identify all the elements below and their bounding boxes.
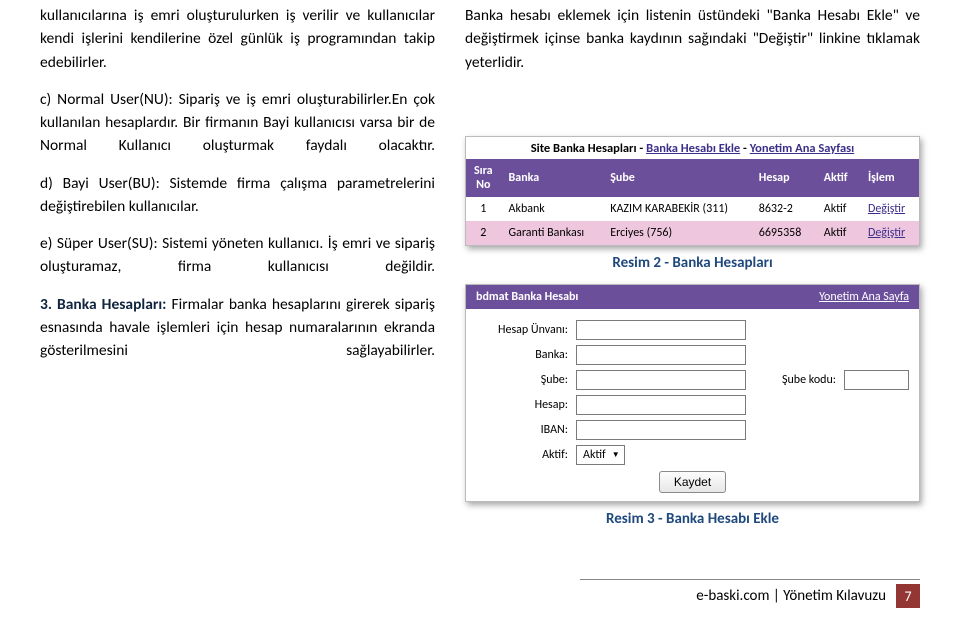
label-subekodu: Şube kodu: — [782, 373, 836, 387]
cell-sube: KAZIM KARABEKİR (311) — [602, 197, 751, 221]
footer: e-baski.com | Yönetim Kılavuzu 7 — [696, 584, 920, 608]
cell-no: 2 — [466, 221, 501, 245]
left-p2: c) Normal User(NU): Sipariş ve iş emri o… — [40, 88, 435, 158]
label-hesap: Hesap: — [476, 398, 568, 412]
table-row: 2 Garanti Bankası Erciyes (756) 6695358 … — [466, 221, 919, 245]
input-hesap[interactable] — [576, 395, 746, 415]
th-banka: Banka — [501, 159, 603, 197]
chevron-down-icon: ▼ — [612, 450, 620, 460]
link-add-bank-account[interactable]: Banka Hesabı Ekle — [646, 141, 740, 156]
link-admin-home-2[interactable]: Yonetim Ana Sayfa — [819, 290, 909, 304]
link-edit-row[interactable]: Değiştir — [868, 202, 905, 216]
select-aktif-value: Aktif — [583, 448, 606, 462]
label-banka: Banka: — [476, 348, 568, 362]
input-sube[interactable] — [576, 370, 746, 390]
right-intro: Banka hesabı eklemek için listenin üstün… — [465, 4, 920, 74]
sep2: - — [740, 141, 749, 156]
bank-accounts-table: Sıra No Banka Şube Hesap Aktif İşlem 1 A… — [466, 159, 919, 245]
link-admin-home[interactable]: Yonetim Ana Sayfası — [750, 141, 855, 156]
label-sube: Şube: — [476, 373, 568, 387]
input-unvan[interactable] — [576, 320, 746, 340]
input-iban[interactable] — [576, 420, 746, 440]
cell-aktif: Aktif — [816, 197, 860, 221]
th-sube: Şube — [602, 159, 751, 197]
save-button[interactable]: Kaydet — [659, 471, 726, 493]
cell-aktif: Aktif — [816, 221, 860, 245]
label-iban: IBAN: — [476, 423, 568, 437]
th-no: Sıra No — [466, 159, 501, 197]
label-aktif: Aktif: — [476, 448, 568, 462]
screenshot-bank-list: Site Banka Hesapları - Banka Hesabı Ekle… — [465, 136, 920, 246]
shot2-header: bdmat Banka Hesabı Yonetim Ana Sayfa — [466, 285, 919, 309]
th-hesap: Hesap — [751, 159, 816, 197]
caption-1: Resim 2 - Banka Hesapları — [465, 254, 920, 272]
shot2-title: bdmat Banka Hesabı — [476, 290, 578, 304]
left-p1: kullanıcılarına iş emri oluşturulurken i… — [40, 4, 435, 74]
cell-hesap: 8632-2 — [751, 197, 816, 221]
caption-2: Resim 3 - Banka Hesabı Ekle — [465, 510, 920, 528]
left-p5: 3. Banka Hesapları: Firmalar banka hesap… — [40, 293, 435, 363]
cell-hesap: 6695358 — [751, 221, 816, 245]
bank-form: Hesap Ünvanı: Banka: Şube: Şube kodu: He… — [466, 309, 919, 501]
cell-sube: Erciyes (756) — [602, 221, 751, 245]
th-aktif: Aktif — [816, 159, 860, 197]
link-edit-row[interactable]: Değiştir — [868, 226, 905, 240]
left-p4: e) Süper User(SU): Sistemi yöneten kulla… — [40, 232, 435, 279]
cell-no: 1 — [466, 197, 501, 221]
cell-banka: Garanti Bankası — [501, 221, 603, 245]
table-row: 1 Akbank KAZIM KARABEKİR (311) 8632-2 Ak… — [466, 197, 919, 221]
screenshot-bank-form: bdmat Banka Hesabı Yonetim Ana Sayfa Hes… — [465, 284, 920, 502]
shot1-title: Site Banka Hesapları - Banka Hesabı Ekle… — [466, 137, 919, 159]
section-heading: 3. Banka Hesapları: — [40, 295, 166, 314]
footer-text: e-baski.com | Yönetim Kılavuzu — [696, 587, 886, 605]
page-number: 7 — [896, 584, 920, 608]
select-aktif[interactable]: Aktif ▼ — [576, 445, 625, 465]
sep1: - — [637, 141, 646, 156]
shot1-title-prefix: Site Banka Hesapları — [531, 141, 637, 156]
th-islem: İşlem — [860, 159, 919, 197]
footer-line — [580, 579, 920, 580]
input-subekodu[interactable] — [844, 370, 909, 390]
left-p3: d) Bayi User(BU): Sistemde firma çalışma… — [40, 172, 435, 219]
label-unvan: Hesap Ünvanı: — [476, 323, 568, 337]
cell-banka: Akbank — [501, 197, 603, 221]
input-banka[interactable] — [576, 345, 746, 365]
